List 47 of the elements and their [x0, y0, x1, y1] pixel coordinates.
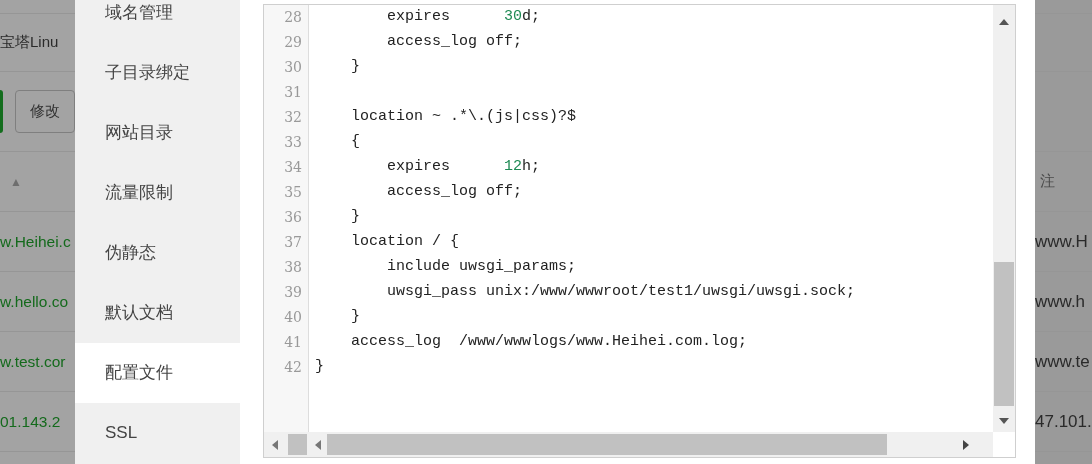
code-line: expires 30d; [386, 7, 541, 28]
scroll-up-icon[interactable] [999, 19, 1009, 25]
code-line: access_log /www/wwwlogs/www.Heihei.com.log; [350, 332, 748, 353]
line-number: 38 [283, 258, 303, 277]
scrollbar-thumb[interactable] [327, 434, 887, 455]
column-header: 注 [1040, 171, 1055, 192]
table-cell-text: www.H [1035, 230, 1088, 253]
page-title: 宝塔Linu [0, 32, 59, 53]
line-number: 32 [283, 108, 303, 127]
scroll-left-icon[interactable] [272, 439, 278, 450]
line-number: 40 [283, 308, 303, 327]
table-cell-text: www.te [1035, 350, 1090, 373]
line-number: 30 [283, 58, 303, 77]
code-line: include uwsgi_params; [386, 257, 577, 278]
line-number: 42 [283, 358, 303, 377]
code-line: uwsgi_pass unix:/www/wwwroot/test1/uwsgi/uwsgi.sock; [386, 282, 856, 303]
scrollbar-thumb[interactable] [994, 262, 1014, 406]
horizontal-scrollbar[interactable] [264, 432, 993, 457]
sidebar-item[interactable]: 配置文件 [75, 343, 240, 403]
code-line: { [350, 132, 360, 153]
line-number: 39 [283, 283, 303, 302]
code-line: expires 12h; [386, 157, 541, 178]
line-number: 41 [283, 333, 303, 352]
code-line: location ~ .*\.(js|css)?$ [350, 107, 577, 128]
code-line: location / { [350, 232, 460, 253]
code-line: } [315, 357, 324, 378]
vertical-scrollbar[interactable] [993, 5, 1015, 432]
code-line: } [350, 307, 360, 328]
scroll-right-icon[interactable] [963, 439, 969, 450]
line-number: 28 [283, 8, 303, 27]
line-number: 31 [283, 83, 303, 102]
scroll-down-icon[interactable] [999, 418, 1009, 424]
code-line: } [350, 207, 360, 228]
code-line: access_log off; [386, 32, 523, 53]
table-cell-text: www.h [1035, 290, 1086, 313]
scroll-left-icon[interactable] [315, 439, 321, 450]
add-button[interactable] [0, 90, 3, 133]
table-cell-text: 47.101. [1035, 410, 1092, 433]
line-number: 37 [283, 233, 303, 252]
line-number: 35 [283, 183, 303, 202]
line-number: 29 [283, 33, 303, 52]
code-line: } [350, 57, 360, 78]
code-line: access_log off; [386, 182, 523, 203]
line-number: 36 [283, 208, 303, 227]
line-number: 34 [283, 158, 303, 177]
line-number: 33 [283, 133, 303, 152]
gutter-scroll-square [288, 434, 307, 455]
